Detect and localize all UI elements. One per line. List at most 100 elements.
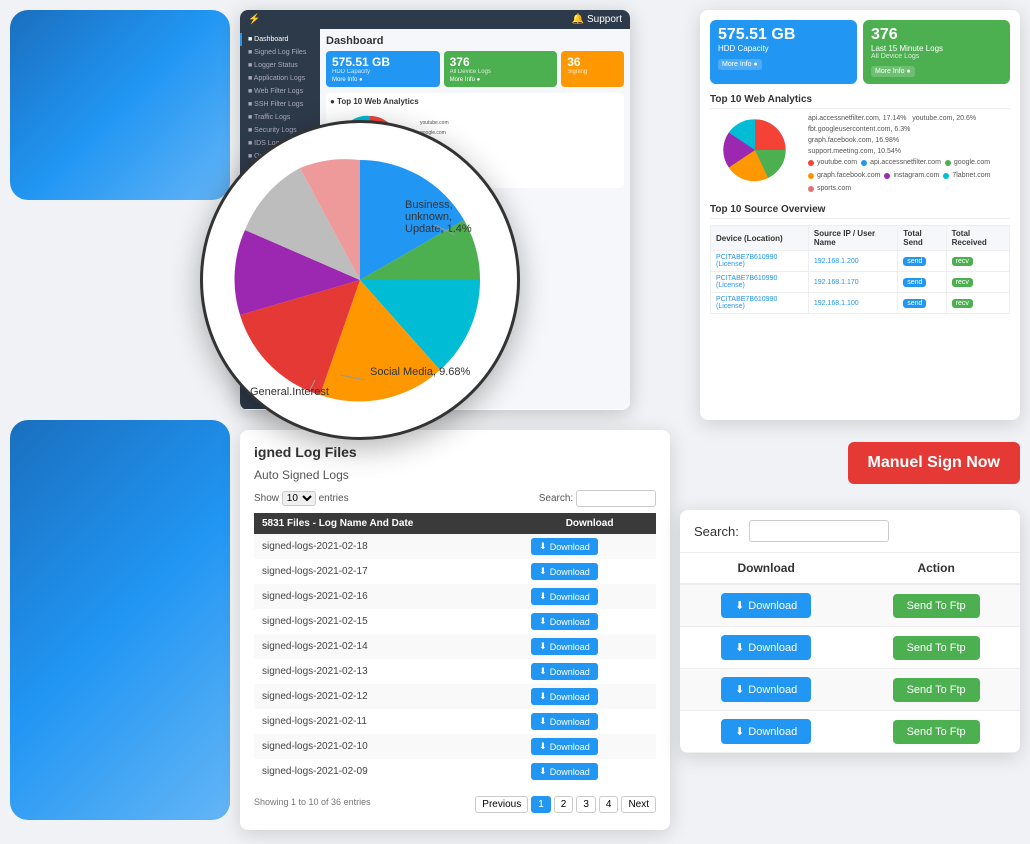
download-icon-6: ⬇	[539, 691, 547, 702]
source-row-2: PCITABE7B610990 (License) 192.168.1.170 …	[711, 272, 1010, 293]
download-btn-9[interactable]: ⬇ Download	[531, 763, 598, 780]
recv-badge-2: recv	[952, 278, 973, 287]
page-4-btn[interactable]: 4	[599, 796, 619, 813]
page-3-btn[interactable]: 3	[576, 796, 596, 813]
download-btn-6[interactable]: ⬇ Download	[531, 688, 598, 705]
entries-select[interactable]: 10 25 50	[282, 491, 316, 506]
download-btn-7[interactable]: ⬇ Download	[531, 713, 598, 730]
prev-btn[interactable]: Previous	[475, 796, 528, 813]
device-2: PCITABE7B610990 (License)	[711, 272, 809, 293]
source-row-1: PCITABE7B610990 (License) 192.168.1.200 …	[711, 251, 1010, 272]
log-name-0: signed-logs-2021-02-18	[254, 534, 523, 559]
show-entries-label: Show 10 25 50 entries	[254, 491, 349, 506]
right-stat-hdd: 575.51 GB HDD Capacity More Info ●	[710, 20, 857, 84]
send-ftp-btn-1[interactable]: Send To Ftp	[893, 636, 980, 660]
signed-logs-subtitle: Auto Signed Logs	[254, 468, 656, 482]
log-row: signed-logs-2021-02-11 ⬇ Download	[254, 709, 656, 734]
page-2-btn[interactable]: 2	[554, 796, 574, 813]
sign-download-btn-1[interactable]: ⬇ Download	[721, 635, 811, 660]
source-3: 192.168.1.100	[808, 293, 897, 314]
sidebar-item-signed[interactable]: ■ Signed Log Files	[240, 46, 320, 59]
source-overview-title: Top 10 Source Overview	[710, 204, 1010, 219]
download-icon-1: ⬇	[539, 566, 547, 577]
sidebar-item-logger[interactable]: ■ Logger Status	[240, 59, 320, 72]
sign-row: ⬇ Download Send To Ftp	[680, 669, 1020, 711]
right-stats: 575.51 GB HDD Capacity More Info ● 376 L…	[710, 20, 1010, 84]
device-1: PCITABE7B610990 (License)	[711, 251, 809, 272]
next-btn[interactable]: Next	[621, 796, 656, 813]
download-btn-2[interactable]: ⬇ Download	[531, 588, 598, 605]
svg-text:Social Media, 9.68%: Social Media, 9.68%	[370, 366, 470, 378]
sidebar-item-dashboard[interactable]: ■ Dashboard	[240, 33, 320, 46]
col-log-download: Download	[523, 513, 656, 534]
dash-title: Dashboard	[326, 35, 624, 47]
log-row: signed-logs-2021-02-17 ⬇ Download	[254, 559, 656, 584]
log-table: 5831 Files - Log Name And Date Download …	[254, 513, 656, 784]
log-name-8: signed-logs-2021-02-10	[254, 734, 523, 759]
page-1-btn[interactable]: 1	[531, 796, 551, 813]
log-row: signed-logs-2021-02-13 ⬇ Download	[254, 659, 656, 684]
stat-hdd: 575.51 GB HDD Capacity More Info ●	[326, 51, 440, 87]
sign-download-icon-3: ⬇	[735, 725, 744, 738]
large-pie-svg: Business, unknown, Update, 1.4% Social M…	[220, 140, 500, 420]
download-icon-3: ⬇	[539, 616, 547, 627]
sidebar-item-web[interactable]: ■ Web Filter Logs	[240, 85, 320, 98]
col-recv: Total Received	[946, 226, 1009, 251]
web-analytics-title: Top 10 Web Analytics	[710, 94, 1010, 109]
log-name-2: signed-logs-2021-02-16	[254, 584, 523, 609]
col-source: Source IP / User Name	[808, 226, 897, 251]
pie-section: api.accessnetfilter.com, 17.14% youtube.…	[710, 115, 1010, 194]
log-name-7: signed-logs-2021-02-11	[254, 709, 523, 734]
download-btn-1[interactable]: ⬇ Download	[531, 563, 598, 580]
right-stat-logs: 376 Last 15 Minute Logs All Device Logs …	[863, 20, 1010, 84]
send-ftp-btn-2[interactable]: Send To Ftp	[893, 678, 980, 702]
send-ftp-btn-3[interactable]: Send To Ftp	[893, 720, 980, 744]
more-info-hdd[interactable]: More Info ●	[332, 77, 434, 83]
more-info-logs-btn[interactable]: More Info ●	[871, 66, 915, 77]
sidebar-item-ssh[interactable]: ■ SSH Filter Logs	[240, 98, 320, 111]
download-btn-3[interactable]: ⬇ Download	[531, 613, 598, 630]
log-row: signed-logs-2021-02-16 ⬇ Download	[254, 584, 656, 609]
legend-youtube: youtube.com	[808, 159, 857, 166]
col-log-name: 5831 Files - Log Name And Date	[254, 513, 523, 534]
send-ftp-btn-0[interactable]: Send To Ftp	[893, 594, 980, 618]
blue-gradient-panel-top	[10, 10, 230, 200]
download-btn-5[interactable]: ⬇ Download	[531, 663, 598, 680]
manuel-sign-now-button[interactable]: Manuel Sign Now	[848, 442, 1020, 484]
log-search-input[interactable]	[576, 490, 656, 507]
download-icon-5: ⬇	[539, 666, 547, 677]
send-badge-1: send	[903, 257, 926, 266]
download-icon-0: ⬇	[539, 541, 547, 552]
source-row-3: PCITABE7B610990 (License) 192.168.1.100 …	[711, 293, 1010, 314]
sign-download-btn-0[interactable]: ⬇ Download	[721, 593, 811, 618]
sign-search-label: Search:	[694, 524, 739, 539]
svg-text:Update, 1.4%: Update, 1.4%	[405, 223, 472, 235]
legend-7lab: 7labnet.com	[943, 172, 990, 179]
sign-download-btn-2[interactable]: ⬇ Download	[721, 677, 811, 702]
stat-logs: 376 All Device Logs More Info ●	[444, 51, 558, 87]
sign-search-input[interactable]	[749, 520, 889, 542]
download-btn-4[interactable]: ⬇ Download	[531, 638, 598, 655]
log-name-5: signed-logs-2021-02-13	[254, 659, 523, 684]
send-badge-3: send	[903, 299, 926, 308]
sidebar-item-traffic[interactable]: ■ Traffic Logs	[240, 111, 320, 124]
recv-badge-1: recv	[952, 257, 973, 266]
legend-api: api.accessnetfilter.com	[861, 159, 941, 166]
table-controls: Show 10 25 50 entries Search:	[254, 490, 656, 507]
svg-text:youtube.com: youtube.com	[420, 120, 449, 126]
more-info-hdd-btn[interactable]: More Info ●	[718, 59, 762, 70]
sign-download-icon-0: ⬇	[735, 599, 744, 612]
log-row: signed-logs-2021-02-12 ⬇ Download	[254, 684, 656, 709]
sign-search-bar: Search:	[680, 510, 1020, 553]
log-row: signed-logs-2021-02-18 ⬇ Download	[254, 534, 656, 559]
recv-badge-3: recv	[952, 299, 973, 308]
signed-logs-title: igned Log Files	[254, 444, 656, 460]
download-btn-8[interactable]: ⬇ Download	[531, 738, 598, 755]
legend-instagram: instagram.com	[884, 172, 939, 179]
more-info-logs[interactable]: More Info ●	[450, 77, 552, 83]
sign-download-btn-3[interactable]: ⬇ Download	[721, 719, 811, 744]
sidebar-item-app[interactable]: ■ Application Logs	[240, 72, 320, 85]
download-btn-0[interactable]: ⬇ Download	[531, 538, 598, 555]
download-icon-4: ⬇	[539, 641, 547, 652]
sign-row: ⬇ Download Send To Ftp	[680, 584, 1020, 627]
